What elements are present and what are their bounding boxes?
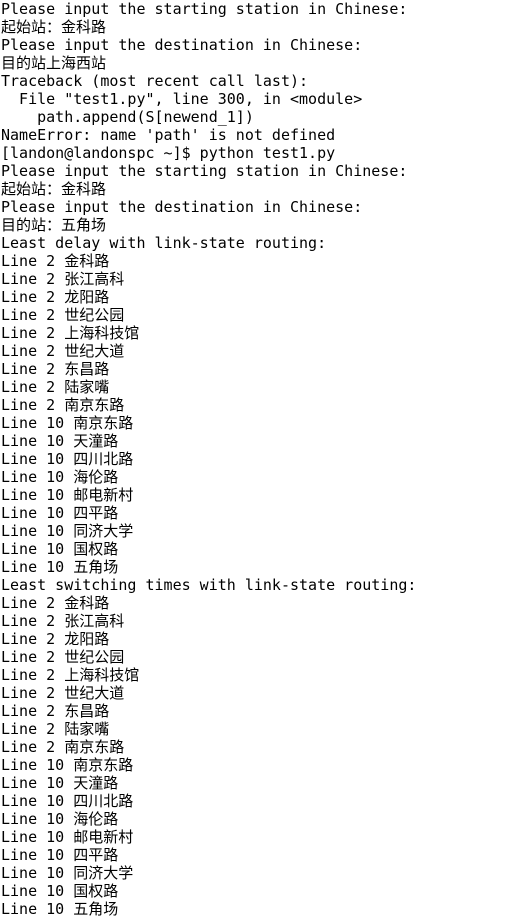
terminal-line: Line 10 海伦路	[1, 810, 119, 828]
terminal-output[interactable]: Please input the starting station in Chi…	[0, 0, 527, 916]
terminal-line: Line 2 金科路	[1, 252, 110, 270]
terminal-line: Line 2 世纪大道	[1, 342, 125, 360]
terminal-line: Line 10 五角场	[1, 558, 119, 576]
terminal-line: Please input the starting station in Chi…	[1, 162, 408, 180]
terminal-line: Line 2 龙阳路	[1, 288, 110, 306]
terminal-line: NameError: name 'path' is not defined	[1, 126, 336, 144]
terminal-line: Line 10 海伦路	[1, 468, 119, 486]
terminal-line: Line 2 世纪公园	[1, 648, 125, 666]
terminal-line: Line 2 南京东路	[1, 738, 125, 756]
terminal-line: Line 10 国权路	[1, 882, 119, 900]
terminal-line: Line 2 东昌路	[1, 360, 110, 378]
terminal-line: 起始站：金科路	[1, 18, 107, 36]
terminal-line: Line 2 龙阳路	[1, 630, 110, 648]
terminal-line: Line 10 五角场	[1, 900, 119, 916]
terminal-line: Line 10 天潼路	[1, 774, 119, 792]
terminal-line: File "test1.py", line 300, in <module>	[1, 90, 363, 108]
terminal-line: Line 2 陆家嘴	[1, 378, 110, 396]
terminal-line: Least switching times with link-state ro…	[1, 576, 417, 594]
terminal-line: Line 10 四川北路	[1, 792, 134, 810]
terminal-line: Line 10 南京东路	[1, 414, 134, 432]
terminal-line: Please input the destination in Chinese:	[1, 36, 363, 54]
terminal-line: Line 2 上海科技馆	[1, 324, 140, 342]
terminal-line: Line 2 张江高科	[1, 612, 125, 630]
terminal-line: Line 2 东昌路	[1, 702, 110, 720]
terminal-line: Line 2 张江高科	[1, 270, 125, 288]
terminal-line: Line 10 邮电新村	[1, 486, 134, 504]
terminal-line: Line 2 上海科技馆	[1, 666, 140, 684]
terminal-line: Line 10 四川北路	[1, 450, 134, 468]
terminal-line: Line 10 四平路	[1, 846, 119, 864]
terminal-line: [landon@landonspc ~]$ python test1.py	[1, 144, 336, 162]
terminal-line: Line 10 同济大学	[1, 522, 134, 540]
terminal-line: Line 10 四平路	[1, 504, 119, 522]
terminal-line: Traceback (most recent call last):	[1, 72, 309, 90]
terminal-line: 起始站：金科路	[1, 180, 107, 198]
terminal-line: Please input the starting station in Chi…	[1, 0, 408, 18]
terminal-line: Line 10 天潼路	[1, 432, 119, 450]
terminal-line: Line 2 金科路	[1, 594, 110, 612]
terminal-line: Line 2 陆家嘴	[1, 720, 110, 738]
terminal-line: Least delay with link-state routing:	[1, 234, 327, 252]
terminal-line: Line 2 南京东路	[1, 396, 125, 414]
terminal-line: 目的站：五角场	[1, 216, 107, 234]
terminal-line: Line 2 世纪大道	[1, 684, 125, 702]
terminal-line: path.append(S[newend_1])	[1, 108, 254, 126]
terminal-line: Line 10 邮电新村	[1, 828, 134, 846]
terminal-line: Line 2 世纪公园	[1, 306, 125, 324]
terminal-line: Line 10 国权路	[1, 540, 119, 558]
terminal-line: Line 10 南京东路	[1, 756, 134, 774]
terminal-line: Line 10 同济大学	[1, 864, 134, 882]
terminal-line: 目的站上海西站	[1, 54, 107, 72]
terminal-line: Please input the destination in Chinese:	[1, 198, 363, 216]
